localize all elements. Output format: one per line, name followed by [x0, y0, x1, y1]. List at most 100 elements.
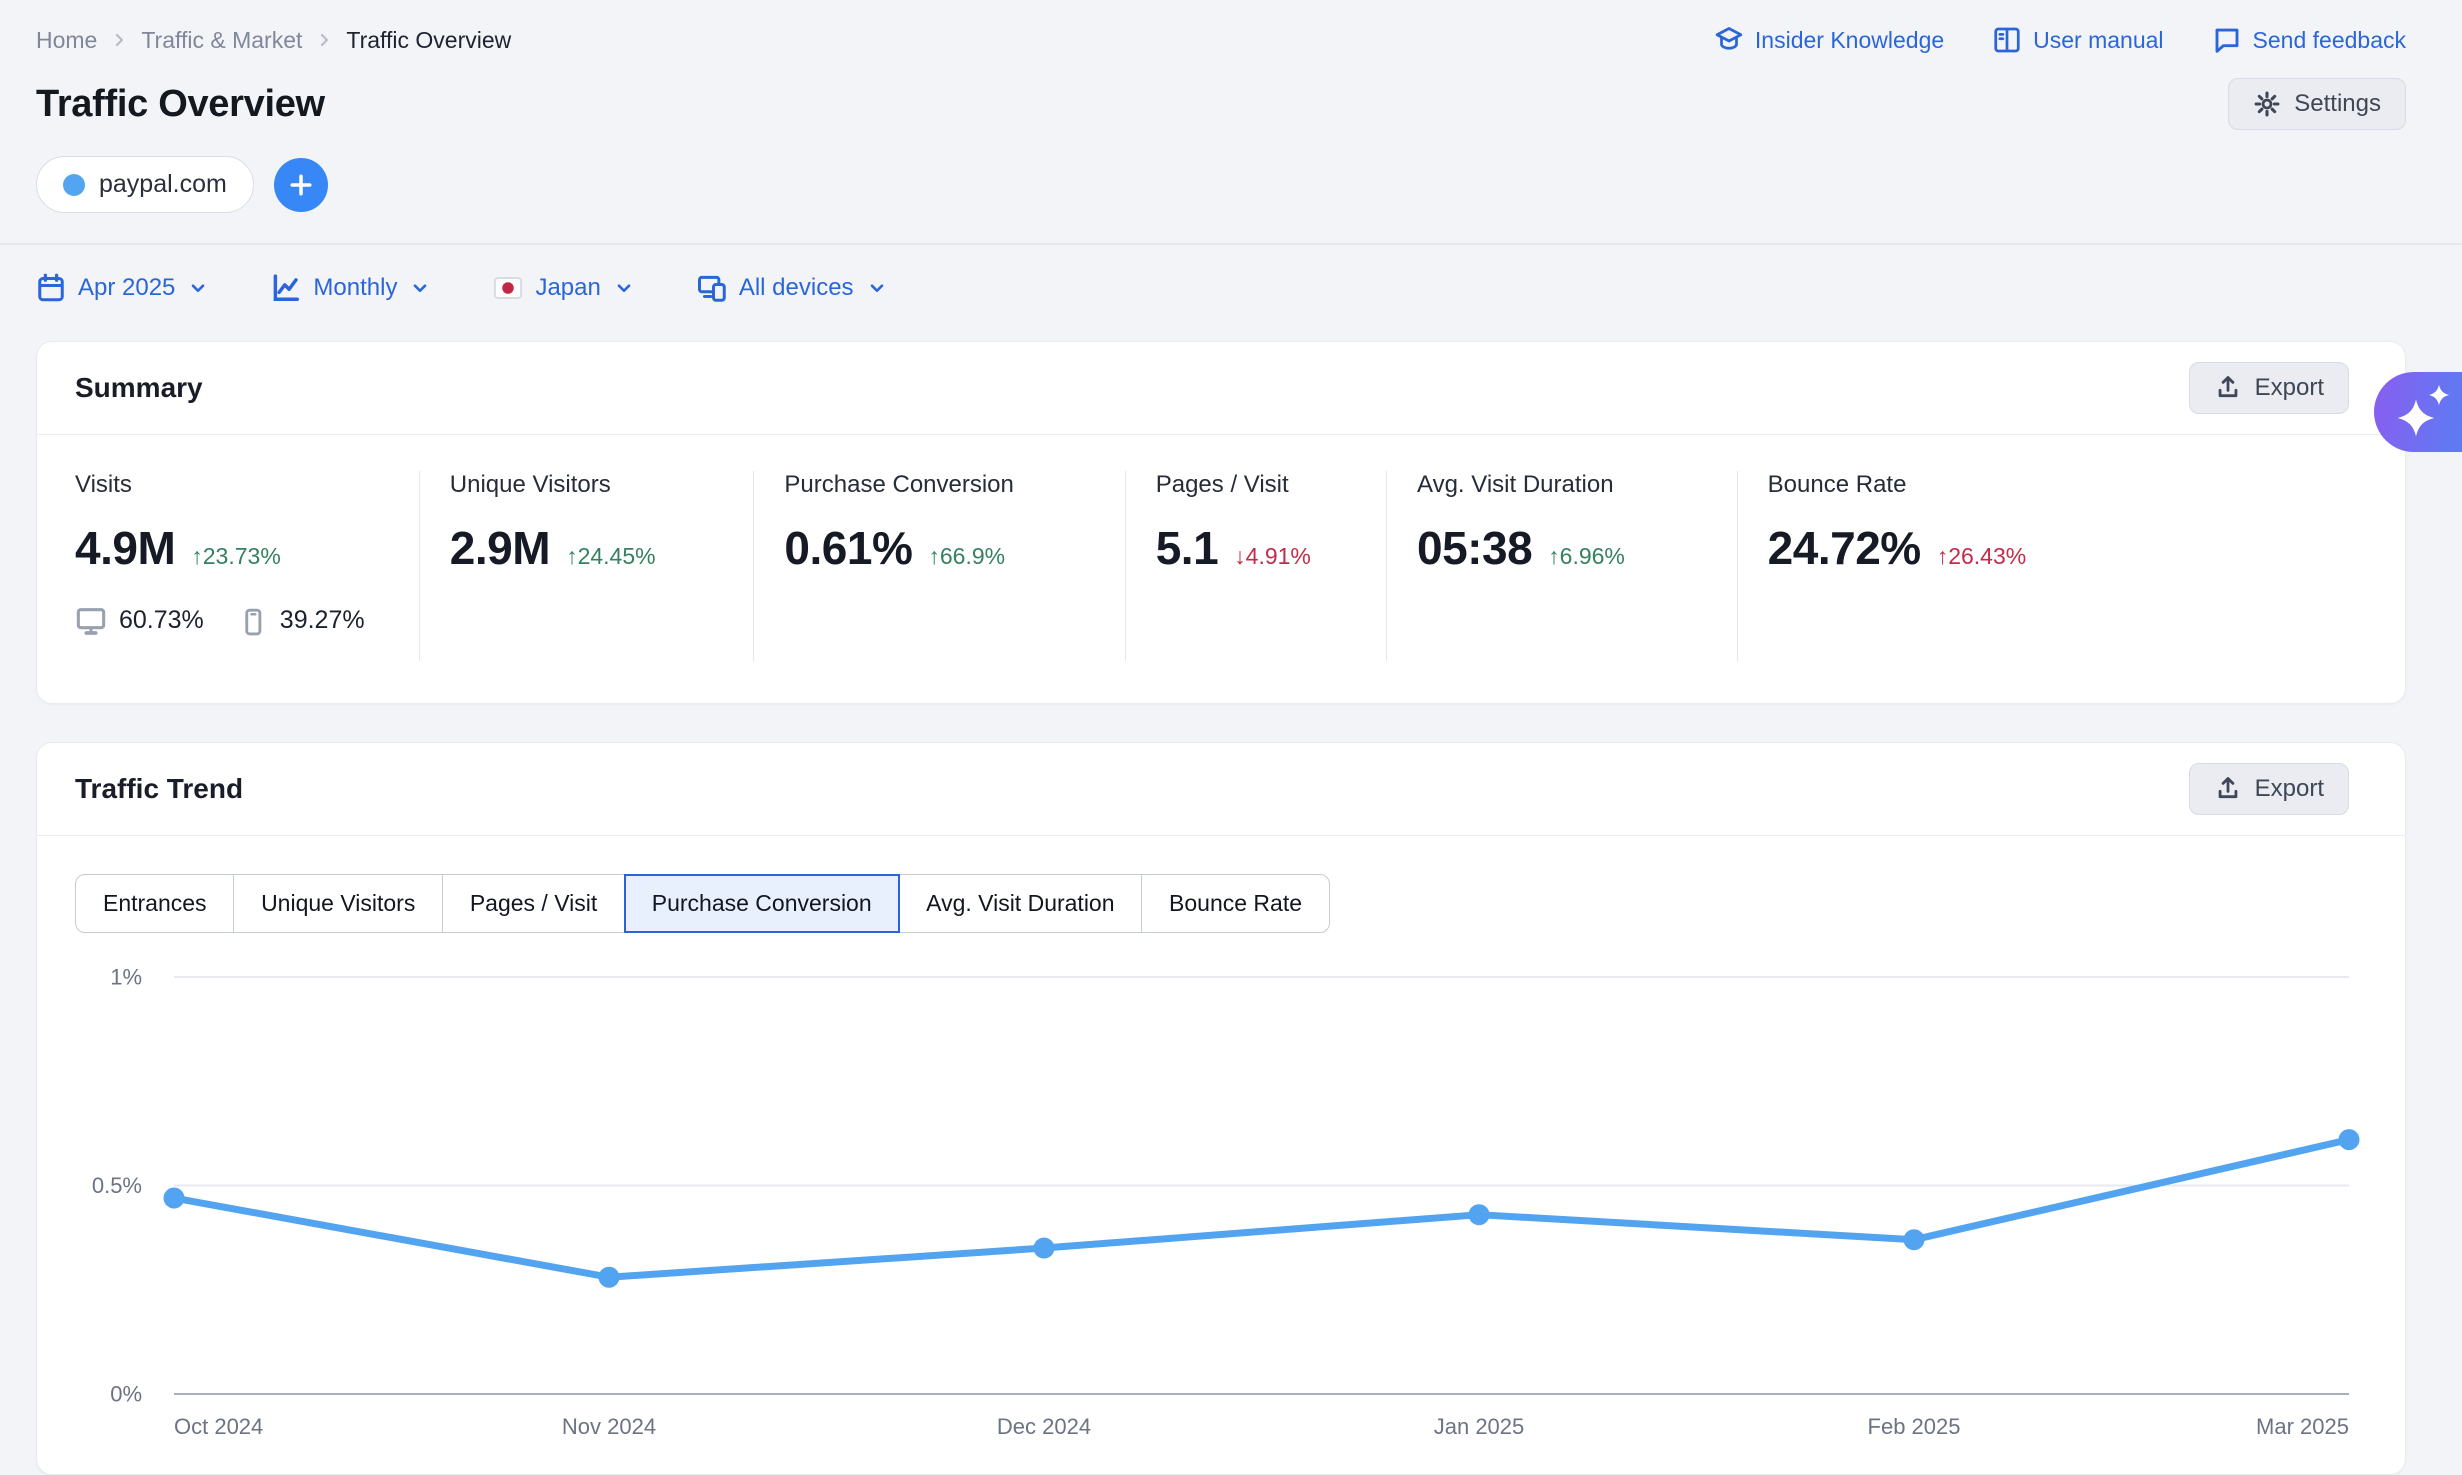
add-domain-button[interactable]: [274, 158, 328, 212]
chart-point-dec-2024[interactable]: [1034, 1237, 1055, 1258]
trend-export-button[interactable]: Export: [2189, 763, 2349, 815]
summary-card-header: Summary Export: [37, 342, 2405, 435]
metric-label: Avg. Visit Duration: [1417, 471, 1737, 499]
traffic-trend-header: Traffic Trend Export: [37, 743, 2405, 836]
chevron-down-icon: [409, 277, 431, 299]
metric-value: 5.1: [1156, 521, 1218, 575]
mobile-share-value: 39.27%: [280, 606, 365, 635]
chart-point-jan-2025[interactable]: [1469, 1204, 1490, 1225]
domain-chip-label: paypal.com: [99, 170, 227, 199]
header-link-insider-knowledge[interactable]: Insider Knowledge: [1714, 25, 1944, 55]
breadcrumb: Home Traffic & Market Traffic Overview: [36, 27, 511, 54]
header-link-user-manual[interactable]: User manual: [1992, 25, 2163, 55]
domain-color-dot: [63, 174, 85, 196]
metric-value: 0.61%: [784, 521, 912, 575]
filter-region[interactable]: Japan: [493, 273, 634, 303]
trend-line-chart: 0%0.5%1%Oct 2024Nov 2024Dec 2024Jan 2025…: [75, 961, 2369, 1466]
metric-change: ↑24.45%: [566, 543, 656, 570]
filters-row: Apr 2025 Monthly Japan All: [36, 273, 2406, 303]
metric-label: Unique Visitors: [450, 471, 754, 499]
summary-metric-avg-visit-duration: Avg. Visit Duration05:38↑6.96%: [1386, 471, 1737, 661]
header-link-label: Insider Knowledge: [1755, 27, 1944, 54]
settings-label: Settings: [2294, 90, 2381, 118]
desktop-icon: [75, 605, 107, 637]
summary-export-button[interactable]: Export: [2189, 362, 2349, 414]
metric-change: ↓4.91%: [1234, 543, 1311, 570]
chart-point-nov-2024[interactable]: [599, 1266, 620, 1287]
summary-title: Summary: [75, 372, 203, 404]
summary-card: Summary Export Visits4.9M↑23.73%60.73%39…: [36, 341, 2406, 704]
page-title: Traffic Overview: [36, 83, 325, 126]
traffic-trend-chart: 0%0.5%1%Oct 2024Nov 2024Dec 2024Jan 2025…: [75, 961, 2367, 1466]
metric-change: ↑66.9%: [928, 543, 1005, 570]
export-label: Export: [2255, 374, 2324, 402]
chevron-down-icon: [613, 277, 635, 299]
filter-date-label: Apr 2025: [78, 274, 175, 302]
feedback-icon: [2212, 25, 2242, 55]
trend-tab-bounce-rate[interactable]: Bounce Rate: [1141, 874, 1330, 933]
calendar-icon: [36, 273, 66, 303]
settings-button[interactable]: Settings: [2228, 78, 2406, 130]
filter-granularity[interactable]: Monthly: [271, 273, 431, 303]
traffic-trend-card: Traffic Trend Export EntrancesUnique Vis…: [36, 742, 2406, 1475]
chevron-down-icon: [187, 277, 209, 299]
filter-devices-label: All devices: [739, 274, 854, 302]
metric-value: 4.9M: [75, 521, 175, 575]
breadcrumb-item-traffic-overview: Traffic Overview: [346, 27, 511, 54]
section-divider: [0, 243, 2462, 245]
header-link-send-feedback[interactable]: Send feedback: [2212, 25, 2406, 55]
metric-value: 24.72%: [1768, 521, 1921, 575]
filter-devices[interactable]: All devices: [697, 273, 888, 303]
breadcrumb-item-home[interactable]: Home: [36, 27, 97, 54]
book-icon: [1992, 25, 2022, 55]
trend-tab-avg-visit-duration[interactable]: Avg. Visit Duration: [898, 874, 1142, 933]
chart-point-feb-2025[interactable]: [1904, 1229, 1925, 1250]
header-link-label: User manual: [2033, 27, 2163, 54]
trend-tab-unique-visitors[interactable]: Unique Visitors: [233, 874, 443, 933]
summary-metric-visits: Visits4.9M↑23.73%60.73%39.27%: [75, 471, 419, 661]
summary-metric-bounce-rate: Bounce Rate 24.72% ↑26.43%: [1737, 471, 2367, 661]
trend-tab-purchase-conversion[interactable]: Purchase Conversion: [624, 874, 900, 933]
y-axis-label: 0.5%: [92, 1173, 142, 1198]
metric-value: 05:38: [1417, 521, 1532, 575]
summary-metric-purchase-conversion: Purchase Conversion0.61%↑66.9%: [753, 471, 1124, 661]
device-split: 60.73%39.27%: [75, 605, 419, 637]
metric-label: Visits: [75, 471, 419, 499]
sparkle-icon: [2428, 384, 2450, 406]
header-link-label: Send feedback: [2253, 27, 2406, 54]
metric-value: 2.9M: [450, 521, 550, 575]
summary-metric-unique-visitors: Unique Visitors 2.9M ↑24.45%: [419, 471, 754, 661]
trend-metric-tabs: EntrancesUnique VisitorsPages / VisitPur…: [75, 874, 2367, 933]
japan-flag-icon: [493, 273, 523, 303]
x-axis-label: Nov 2024: [562, 1414, 656, 1439]
summary-metrics: Visits4.9M↑23.73%60.73%39.27%Unique Visi…: [37, 435, 2405, 703]
x-axis-label: Feb 2025: [1868, 1414, 1961, 1439]
ai-assistant-button[interactable]: [2374, 372, 2462, 452]
summary-metric-pages-visit: Pages / Visit 5.1 ↓4.91%: [1125, 471, 1386, 661]
metric-label: Pages / Visit: [1156, 471, 1386, 499]
trend-tab-entrances[interactable]: Entrances: [75, 874, 235, 933]
mobile-icon: [238, 606, 268, 636]
header-links: Insider Knowledge User manual Send feedbac…: [1714, 25, 2406, 55]
traffic-overview-page: Home Traffic & Market Traffic Overview Ins…: [0, 0, 2462, 1462]
filter-date[interactable]: Apr 2025: [36, 273, 209, 303]
export-label: Export: [2255, 775, 2324, 803]
filter-granularity-label: Monthly: [313, 274, 397, 302]
filter-region-label: Japan: [535, 274, 600, 302]
x-axis-label: Jan 2025: [1434, 1414, 1525, 1439]
chevron-down-icon: [866, 277, 888, 299]
trend-tab-pages-visit[interactable]: Pages / Visit: [442, 874, 625, 933]
traffic-trend-title: Traffic Trend: [75, 773, 243, 805]
chart-point-oct-2024[interactable]: [164, 1187, 185, 1208]
metric-label: Bounce Rate: [1768, 471, 2367, 499]
chevron-right-icon: [314, 30, 334, 50]
chevron-right-icon: [109, 30, 129, 50]
chart-point-mar-2025[interactable]: [2339, 1129, 2360, 1150]
trend-line: [174, 1139, 2349, 1277]
line-chart-icon: [271, 273, 301, 303]
metric-change: ↑26.43%: [1937, 543, 2027, 570]
domain-chip[interactable]: paypal.com: [36, 156, 254, 213]
breadcrumb-item-traffic-market[interactable]: Traffic & Market: [141, 27, 302, 54]
x-axis-label: Mar 2025: [2256, 1414, 2349, 1439]
y-axis-label: 1%: [110, 964, 142, 989]
